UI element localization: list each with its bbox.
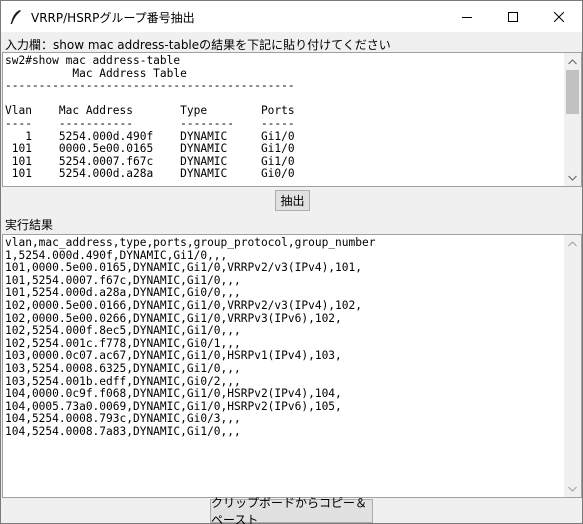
input-label: 入力欄：show mac address-tableの結果を下記に貼り付けてくだ… (5, 38, 391, 52)
result-text[interactable]: vlan,mac_address,type,ports,group_protoc… (5, 236, 375, 439)
scroll-down-arrow-icon[interactable] (564, 480, 581, 497)
result-label: 実行結果 (5, 218, 54, 232)
title-bar[interactable]: VRRP/HSRPグループ番号抽出 (1, 1, 582, 32)
input-text[interactable]: sw2#show mac address-table Mac Address T… (5, 54, 295, 181)
copy-paste-button[interactable]: クリップボードからコピー＆ペースト (210, 496, 373, 524)
extract-button[interactable]: 抽出 (275, 190, 310, 211)
maximize-button[interactable] (490, 1, 536, 32)
scroll-up-arrow-icon[interactable] (564, 235, 581, 252)
input-textarea[interactable]: sw2#show mac address-table Mac Address T… (2, 52, 582, 187)
minimize-icon (462, 12, 472, 22)
result-scrollbar[interactable] (564, 235, 581, 497)
feather-icon (9, 9, 23, 25)
minimize-button[interactable] (444, 1, 490, 32)
app-window: VRRP/HSRPグループ番号抽出 入力欄：show mac address-t… (0, 0, 583, 524)
input-scrollbar[interactable] (564, 53, 581, 186)
input-scroll-thumb[interactable] (566, 70, 579, 114)
close-button[interactable] (536, 1, 582, 32)
scroll-up-arrow-icon[interactable] (564, 53, 581, 70)
scroll-down-arrow-icon[interactable] (564, 169, 581, 186)
window-title: VRRP/HSRPグループ番号抽出 (31, 11, 195, 25)
result-textarea[interactable]: vlan,mac_address,type,ports,group_protoc… (2, 234, 582, 498)
close-icon (554, 11, 564, 22)
maximize-icon (508, 11, 518, 22)
